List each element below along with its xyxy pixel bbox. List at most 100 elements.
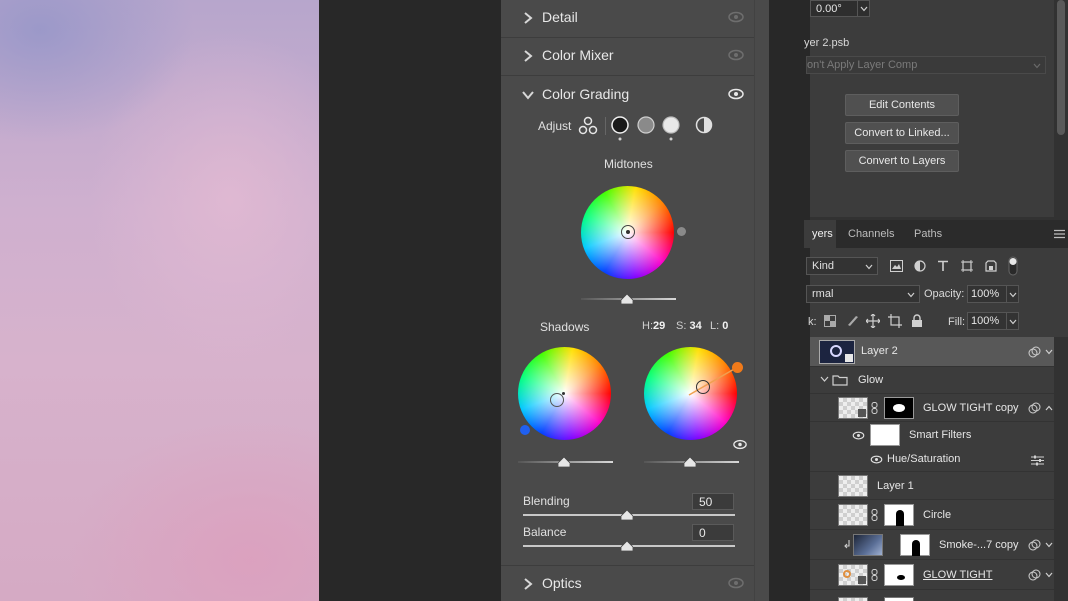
highlights-hue-knob[interactable]	[732, 362, 743, 373]
shadows-hue-knob[interactable]	[520, 425, 530, 435]
chevron-down-icon[interactable]	[1045, 572, 1053, 578]
layer-row-layer-2[interactable]: Layer 2	[810, 337, 1054, 367]
lock-transparency-icon[interactable]	[824, 315, 836, 327]
link-icon[interactable]	[871, 509, 878, 521]
type-filter-icon[interactable]	[937, 260, 949, 272]
thumbnail-glow	[843, 570, 851, 578]
layer-mask-thumbnail[interactable]	[884, 504, 914, 526]
layer-effects-icon[interactable]	[1028, 402, 1041, 415]
layers-scrollbar[interactable]	[1054, 337, 1068, 601]
balance-slider-thumb[interactable]	[621, 541, 633, 551]
eye-icon[interactable]	[852, 431, 865, 440]
smart-filters-row[interactable]: Smart Filters	[810, 422, 1054, 448]
mask-shape	[912, 540, 920, 556]
layer-row-partial[interactable]	[810, 590, 1054, 601]
filter-options-icon[interactable]	[1031, 455, 1044, 466]
layer-mask-thumbnail[interactable]	[884, 397, 914, 419]
lock-all-icon[interactable]	[911, 314, 923, 328]
midtones-slider-thumb[interactable]	[621, 294, 633, 304]
shadows-slider-thumb[interactable]	[558, 457, 570, 467]
balance-value-field[interactable]	[692, 524, 734, 541]
eye-icon[interactable]	[870, 455, 883, 464]
layer-row-circle[interactable]: Circle	[810, 500, 1054, 530]
section-color-mixer[interactable]: Color Mixer	[501, 38, 754, 76]
layer-effects-icon[interactable]	[1028, 346, 1041, 359]
layer-mask-thumbnail[interactable]	[884, 564, 914, 586]
fill-dropdown[interactable]	[1006, 312, 1019, 330]
fill-field[interactable]: 100%	[967, 312, 1007, 330]
section-detail[interactable]: Detail	[501, 0, 754, 38]
global-mode-icon[interactable]	[694, 116, 714, 136]
opacity-field[interactable]: 100%	[967, 285, 1007, 303]
midtones-hue-knob[interactable]	[677, 227, 686, 236]
linked-file-name: yer 2.psb	[804, 37, 850, 49]
eye-icon[interactable]	[728, 577, 744, 589]
layer-row-smoke[interactable]: Smoke-...7 copy	[810, 530, 1054, 560]
tab-channels[interactable]: Channels	[840, 220, 902, 248]
layer-row-layer-1[interactable]: Layer 1	[810, 472, 1054, 500]
smart-filter-mask-thumbnail[interactable]	[870, 424, 900, 446]
layer-effects-icon[interactable]	[1028, 569, 1041, 582]
shadows-mode-icon[interactable]	[610, 116, 630, 142]
layer-row-glow-tight[interactable]: GLOW TIGHT	[810, 560, 1054, 590]
layer-effects-icon[interactable]	[1028, 539, 1041, 552]
folder-icon	[832, 375, 848, 386]
layer-group-glow[interactable]: Glow	[810, 367, 1054, 394]
midtones-handle-center	[626, 230, 630, 234]
filter-toggle-icon[interactable]	[1008, 256, 1018, 276]
smart-object-filter-icon[interactable]	[985, 260, 997, 272]
opacity-dropdown[interactable]	[1006, 285, 1019, 303]
highlights-wheel-handle[interactable]	[696, 380, 710, 394]
eye-icon[interactable]	[728, 88, 744, 100]
panel-menu-icon[interactable]	[1054, 229, 1065, 239]
eye-icon[interactable]	[728, 49, 744, 61]
angle-dropdown[interactable]	[857, 0, 870, 17]
document-canvas[interactable]	[0, 0, 319, 601]
adjustment-filter-icon[interactable]	[914, 260, 926, 272]
chevron-down-icon[interactable]	[1045, 349, 1053, 355]
three-way-icon[interactable]	[578, 116, 598, 136]
shadows-wheel-handle[interactable]	[550, 393, 564, 407]
section-optics[interactable]: Optics	[501, 566, 754, 601]
lock-position-icon[interactable]	[866, 314, 880, 328]
edit-contents-button[interactable]: Edit Contents	[845, 94, 959, 116]
tab-paths[interactable]: Paths	[906, 220, 950, 248]
section-color-grading[interactable]: Color Grading	[501, 77, 754, 115]
layer-comp-select[interactable]: on't Apply Layer Comp	[806, 56, 1046, 74]
properties-scrollbar[interactable]	[1054, 0, 1068, 217]
smart-object-badge-icon	[858, 409, 866, 417]
convert-to-layers-button[interactable]: Convert to Layers	[845, 150, 959, 172]
blending-value-field[interactable]	[692, 493, 734, 510]
highlights-mode-icon[interactable]	[661, 116, 681, 142]
convert-to-linked-button[interactable]: Convert to Linked...	[845, 122, 959, 144]
pixel-filter-icon[interactable]	[890, 260, 903, 272]
highlights-slider-thumb[interactable]	[684, 457, 696, 467]
layer-mask-thumbnail[interactable]	[900, 534, 930, 556]
eye-icon[interactable]	[728, 11, 744, 23]
link-icon[interactable]	[871, 569, 878, 581]
link-icon[interactable]	[871, 402, 878, 414]
chevron-up-icon[interactable]	[1045, 405, 1053, 411]
lock-pixels-icon[interactable]	[846, 314, 859, 327]
camera-raw-scrollbar[interactable]	[754, 0, 769, 601]
chevron-down-icon[interactable]	[1045, 542, 1053, 548]
chevron-down-icon[interactable]	[820, 376, 829, 383]
hue-saturation-filter-row[interactable]: Hue/Saturation	[810, 448, 1054, 472]
blend-mode-select[interactable]: rmal	[806, 285, 920, 303]
layer-row-glow-tight-copy[interactable]: GLOW TIGHT copy	[810, 394, 1054, 422]
filter-kind-select[interactable]: Kind	[806, 257, 878, 275]
layer-name: Layer 1	[877, 480, 914, 492]
properties-scroll-thumb[interactable]	[1057, 0, 1065, 135]
eye-icon[interactable]	[733, 439, 747, 450]
blending-slider-thumb[interactable]	[621, 510, 633, 520]
layer-comp-value: on't Apply Layer Comp	[807, 59, 918, 71]
section-title-color-mixer: Color Mixer	[542, 47, 614, 63]
chevron-right-icon	[524, 578, 533, 590]
angle-field[interactable]: 0.00°	[810, 0, 858, 17]
layer-thumbnail	[838, 564, 868, 586]
midtones-mode-icon[interactable]	[636, 116, 656, 136]
lock-artboard-icon[interactable]	[888, 314, 902, 328]
shape-filter-icon[interactable]	[961, 260, 973, 272]
layers-tabs-bar: yers Channels Paths	[804, 220, 1068, 248]
tab-layers[interactable]: yers	[804, 220, 836, 248]
